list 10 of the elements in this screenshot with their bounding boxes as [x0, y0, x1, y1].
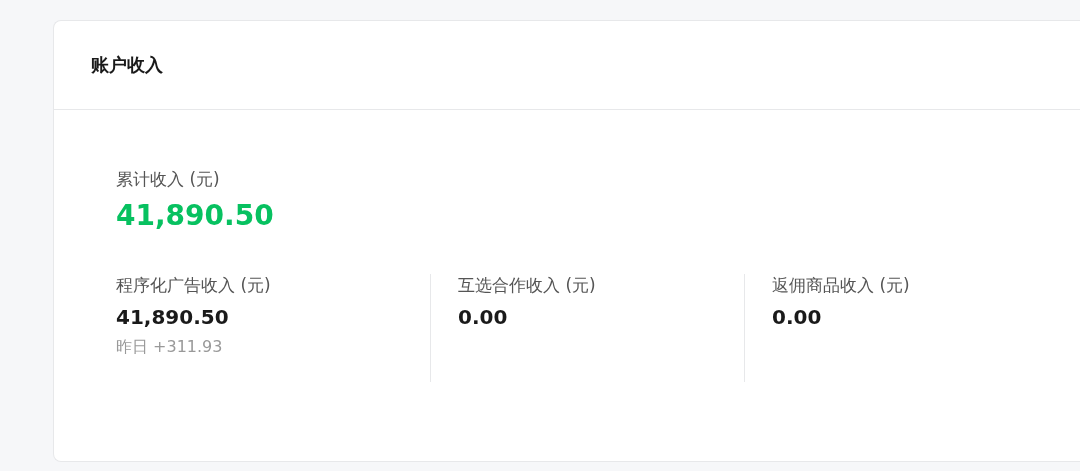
total-value: 41,890.50 [116, 199, 275, 232]
income-value: 0.00 [458, 305, 509, 329]
income-label: 程序化广告收入 (元) [116, 274, 272, 297]
income-value: 41,890.50 [116, 305, 230, 329]
income-label: 返佣商品收入 (元) [772, 274, 911, 297]
total-label: 累计收入 (元) [116, 168, 221, 191]
income-label: 互选合作收入 (元) [458, 274, 597, 297]
card-title: 账户收入 [91, 53, 163, 77]
income-value: 0.00 [772, 305, 823, 329]
income-note: 昨日 +311.93 [116, 337, 224, 358]
